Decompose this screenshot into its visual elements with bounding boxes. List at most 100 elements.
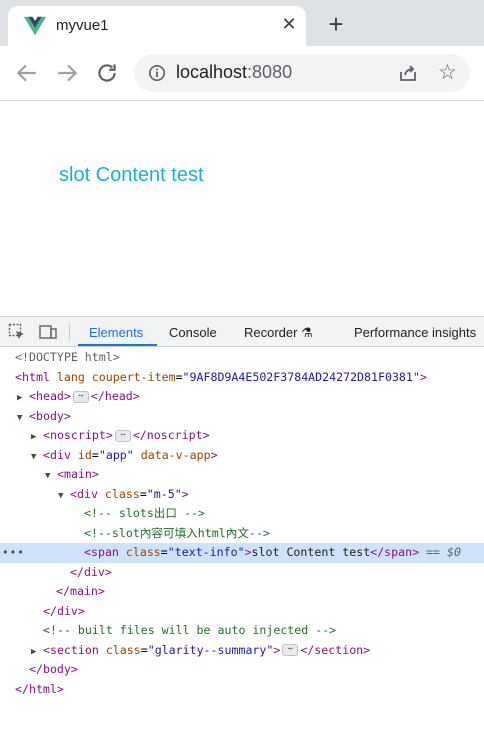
tag-bracket: > xyxy=(181,486,189,501)
tab-performance-insights[interactable]: Performance insights xyxy=(354,325,476,340)
tree-row[interactable]: </body> xyxy=(0,660,484,680)
active-tab-indicator xyxy=(78,344,157,346)
toolbar-divider xyxy=(69,323,70,341)
devtools-tab-bar: Elements Console Recorder ⚗ Performance … xyxy=(0,317,484,347)
arrow-left-icon[interactable] xyxy=(14,60,40,86)
tab-title: myvue1 xyxy=(56,17,109,34)
tree-row[interactable]: <!DOCTYPE html> xyxy=(0,348,484,368)
tag-name: </noscript> xyxy=(132,428,210,442)
tag-name: <body> xyxy=(29,408,71,423)
expand-triangle-icon[interactable]: ▶ xyxy=(31,428,43,446)
tag-bracket: > xyxy=(419,369,427,384)
reload-icon[interactable] xyxy=(94,60,120,86)
doctype-text: <!DOCTYPE html> xyxy=(15,350,120,364)
tag-name: </span> xyxy=(370,545,420,559)
tag-name: </body> xyxy=(29,662,78,676)
tag-bracket: > xyxy=(273,642,281,657)
tree-row[interactable]: </div> xyxy=(0,602,484,622)
arrow-right-icon[interactable] xyxy=(54,60,80,86)
dom-tree: <!DOCTYPE html> <html lang coupert-item=… xyxy=(0,348,484,699)
devtools-panel: Elements Console Recorder ⚗ Performance … xyxy=(0,316,484,740)
tag-bracket: > xyxy=(244,545,252,559)
tag-name: <div xyxy=(70,486,98,501)
attr-name: id xyxy=(77,447,92,462)
tab-elements[interactable]: Elements xyxy=(89,325,143,340)
attr-name: class xyxy=(105,642,141,657)
tag-bracket: > xyxy=(210,447,218,462)
browser-toolbar: localhost:8080 ☆ xyxy=(0,46,484,134)
page-viewport: slot Content test xyxy=(0,101,484,316)
url-port: :8080 xyxy=(247,62,293,82)
tree-row-selected[interactable]: ••• <span class="text-info">slot Content… xyxy=(0,543,484,563)
tag-name: </div> xyxy=(43,603,85,618)
attr-name: data-v-app xyxy=(140,447,211,462)
url-text[interactable]: localhost:8080 xyxy=(176,62,292,83)
tree-row[interactable]: </main> xyxy=(0,582,484,602)
url-host: localhost xyxy=(176,62,248,82)
tree-row[interactable]: </html> xyxy=(0,680,484,700)
tree-row[interactable]: <!-- built files will be auto injected -… xyxy=(0,621,484,641)
collapsed-ellipsis-icon[interactable]: ⋯ xyxy=(114,429,131,442)
collapsed-ellipsis-icon[interactable]: ⋯ xyxy=(72,390,89,403)
tab-strip: myvue1 ✕ + xyxy=(0,0,484,46)
device-toolbar-icon[interactable] xyxy=(39,323,57,341)
tree-row[interactable]: <html lang coupert-item="9AF8D9A4E502F37… xyxy=(0,368,484,388)
collapse-triangle-icon[interactable]: ▼ xyxy=(58,487,70,505)
info-icon[interactable] xyxy=(148,64,166,82)
text-node: slot Content test xyxy=(251,545,371,559)
collapsed-ellipsis-icon[interactable]: ⋯ xyxy=(282,644,299,656)
tag-name: <div xyxy=(43,447,71,462)
tree-row[interactable]: ▼ <body> xyxy=(0,407,484,427)
collapse-triangle-icon[interactable]: ▼ xyxy=(31,448,43,466)
tag-name: </main> xyxy=(56,584,105,598)
tree-row[interactable]: ▼ <main> xyxy=(0,465,484,485)
attr-value: "glarity--summary" xyxy=(147,642,274,657)
attr-value: "9AF8D9A4E502F3784AD24272D81F0381" xyxy=(182,369,420,384)
attr-name: class xyxy=(125,545,161,559)
attr-name: class xyxy=(104,486,140,501)
tag-name: <noscript> xyxy=(43,428,113,442)
tag-name: </section> xyxy=(300,642,371,657)
comment-node: <!-- slots出口 --> xyxy=(84,506,205,520)
tree-row[interactable]: ▶ <noscript> ⋯ </noscript> xyxy=(0,426,484,446)
collapse-triangle-icon[interactable]: ▼ xyxy=(17,409,29,427)
tree-row[interactable]: <!--slot內容可填入html內文--> xyxy=(0,524,484,544)
attr-name: coupert-item xyxy=(91,369,176,384)
star-icon[interactable]: ☆ xyxy=(438,60,457,85)
tag-name: </html> xyxy=(15,681,64,696)
tree-row[interactable]: ▼ <div id="app" data-v-app> xyxy=(0,446,484,466)
comment-node: <!--slot內容可填入html內文--> xyxy=(84,525,270,540)
tab-console[interactable]: Console xyxy=(169,325,217,340)
slot-content-text: slot Content test xyxy=(59,164,204,186)
row-menu-dots-icon[interactable]: ••• xyxy=(2,543,25,563)
selected-node-marker: == $0 xyxy=(426,545,461,559)
tab-close-button[interactable]: ✕ xyxy=(279,14,299,34)
tree-row[interactable]: ▼ <div class="m-5"> xyxy=(0,485,484,505)
browser-tab[interactable]: myvue1 ✕ xyxy=(8,6,306,46)
tag-name: <html xyxy=(15,369,50,384)
tag-name: <head> xyxy=(29,389,71,403)
tag-name: <main> xyxy=(57,467,99,481)
new-tab-button[interactable]: + xyxy=(324,11,348,37)
tab-recorder-label: Recorder xyxy=(244,325,298,340)
tree-row[interactable]: ▶ <head> ⋯ </head> xyxy=(0,387,484,407)
tag-name: </head> xyxy=(90,389,140,403)
attr-value: "m-5" xyxy=(146,486,182,501)
comment-node: <!-- built files will be auto injected -… xyxy=(43,623,337,637)
expand-triangle-icon[interactable]: ▶ xyxy=(17,389,29,407)
collapse-triangle-icon[interactable]: ▼ xyxy=(45,467,57,485)
tag-name: </div> xyxy=(70,564,112,579)
tree-row[interactable]: ▶ <section class="glarity--summary"> ⋯ </se… xyxy=(0,641,484,661)
attr-value: "app" xyxy=(98,447,134,462)
share-icon[interactable] xyxy=(398,63,418,83)
vue-logo-icon xyxy=(24,16,46,36)
tag-name: <span xyxy=(84,545,119,559)
tree-row[interactable]: <!-- slots出口 --> xyxy=(0,504,484,524)
attr-name: lang xyxy=(56,369,85,384)
tag-name: <section xyxy=(43,642,99,657)
inspect-element-icon[interactable] xyxy=(8,323,26,341)
tab-recorder[interactable]: Recorder ⚗ xyxy=(244,325,313,341)
expand-triangle-icon[interactable]: ▶ xyxy=(31,643,43,661)
tree-row[interactable]: </div> xyxy=(0,563,484,583)
address-bar[interactable]: localhost:8080 ☆ xyxy=(134,54,470,92)
